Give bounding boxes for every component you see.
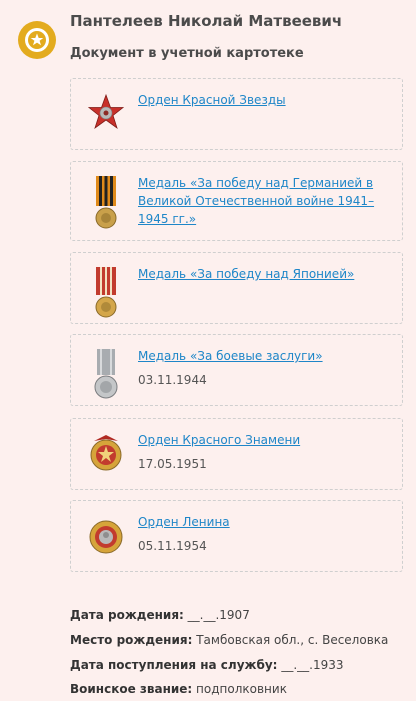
award-card: Орден Ленина 05.11.1954 [70, 500, 403, 572]
award-date: 03.11.1944 [138, 373, 207, 387]
award-link[interactable]: Орден Красного Знамени [138, 431, 388, 449]
red-star-order-icon [87, 91, 125, 141]
star-medal-logo-icon [17, 20, 57, 60]
award-link[interactable]: Орден Ленина [138, 513, 388, 531]
lenin-order-icon [88, 513, 124, 563]
service-start-label: Дата поступления на службу: [70, 658, 278, 672]
victory-over-germany-medal-icon [88, 174, 124, 229]
rank-value: подполковник [196, 682, 287, 696]
birth-place-value: Тамбовская обл., с. Веселовка [196, 633, 389, 647]
service-start-value: __.__.1933 [281, 658, 344, 672]
rank-label: Воинское звание: [70, 682, 193, 696]
birth-date-label: Дата рождения: [70, 608, 184, 622]
birth-place-row: Место рождения: Тамбовская обл., с. Весе… [70, 633, 388, 647]
award-link[interactable]: Медаль «За боевые заслуги» [138, 347, 388, 365]
birth-place-label: Место рождения: [70, 633, 193, 647]
victory-over-japan-medal-icon [88, 265, 124, 318]
award-card: Орден Красной Звезды [70, 78, 403, 150]
award-date: 05.11.1954 [138, 539, 207, 553]
service-start-row: Дата поступления на службу: __.__.1933 [70, 658, 343, 672]
award-card: Медаль «За боевые заслуги» 03.11.1944 [70, 334, 403, 406]
birth-date-row: Дата рождения: __.__.1907 [70, 608, 250, 622]
award-link[interactable]: Медаль «За победу над Японией» [138, 265, 388, 283]
rank-row: Воинское звание: подполковник [70, 682, 287, 696]
birth-date-value: __.__.1907 [187, 608, 250, 622]
red-banner-order-icon [88, 431, 124, 481]
person-name: Пантелеев Николай Матвеевич [70, 12, 343, 30]
combat-merit-medal-icon [88, 347, 124, 399]
award-card: Орден Красного Знамени 17.05.1951 [70, 418, 403, 490]
document-type: Документ в учетной картотеке [70, 46, 304, 61]
award-date: 17.05.1951 [138, 457, 207, 471]
award-link[interactable]: Медаль «За победу над Германией в Велико… [138, 174, 388, 228]
award-card: Медаль «За победу над Японией» [70, 252, 403, 324]
award-card: Медаль «За победу над Германией в Велико… [70, 161, 403, 241]
award-link[interactable]: Орден Красной Звезды [138, 91, 388, 109]
